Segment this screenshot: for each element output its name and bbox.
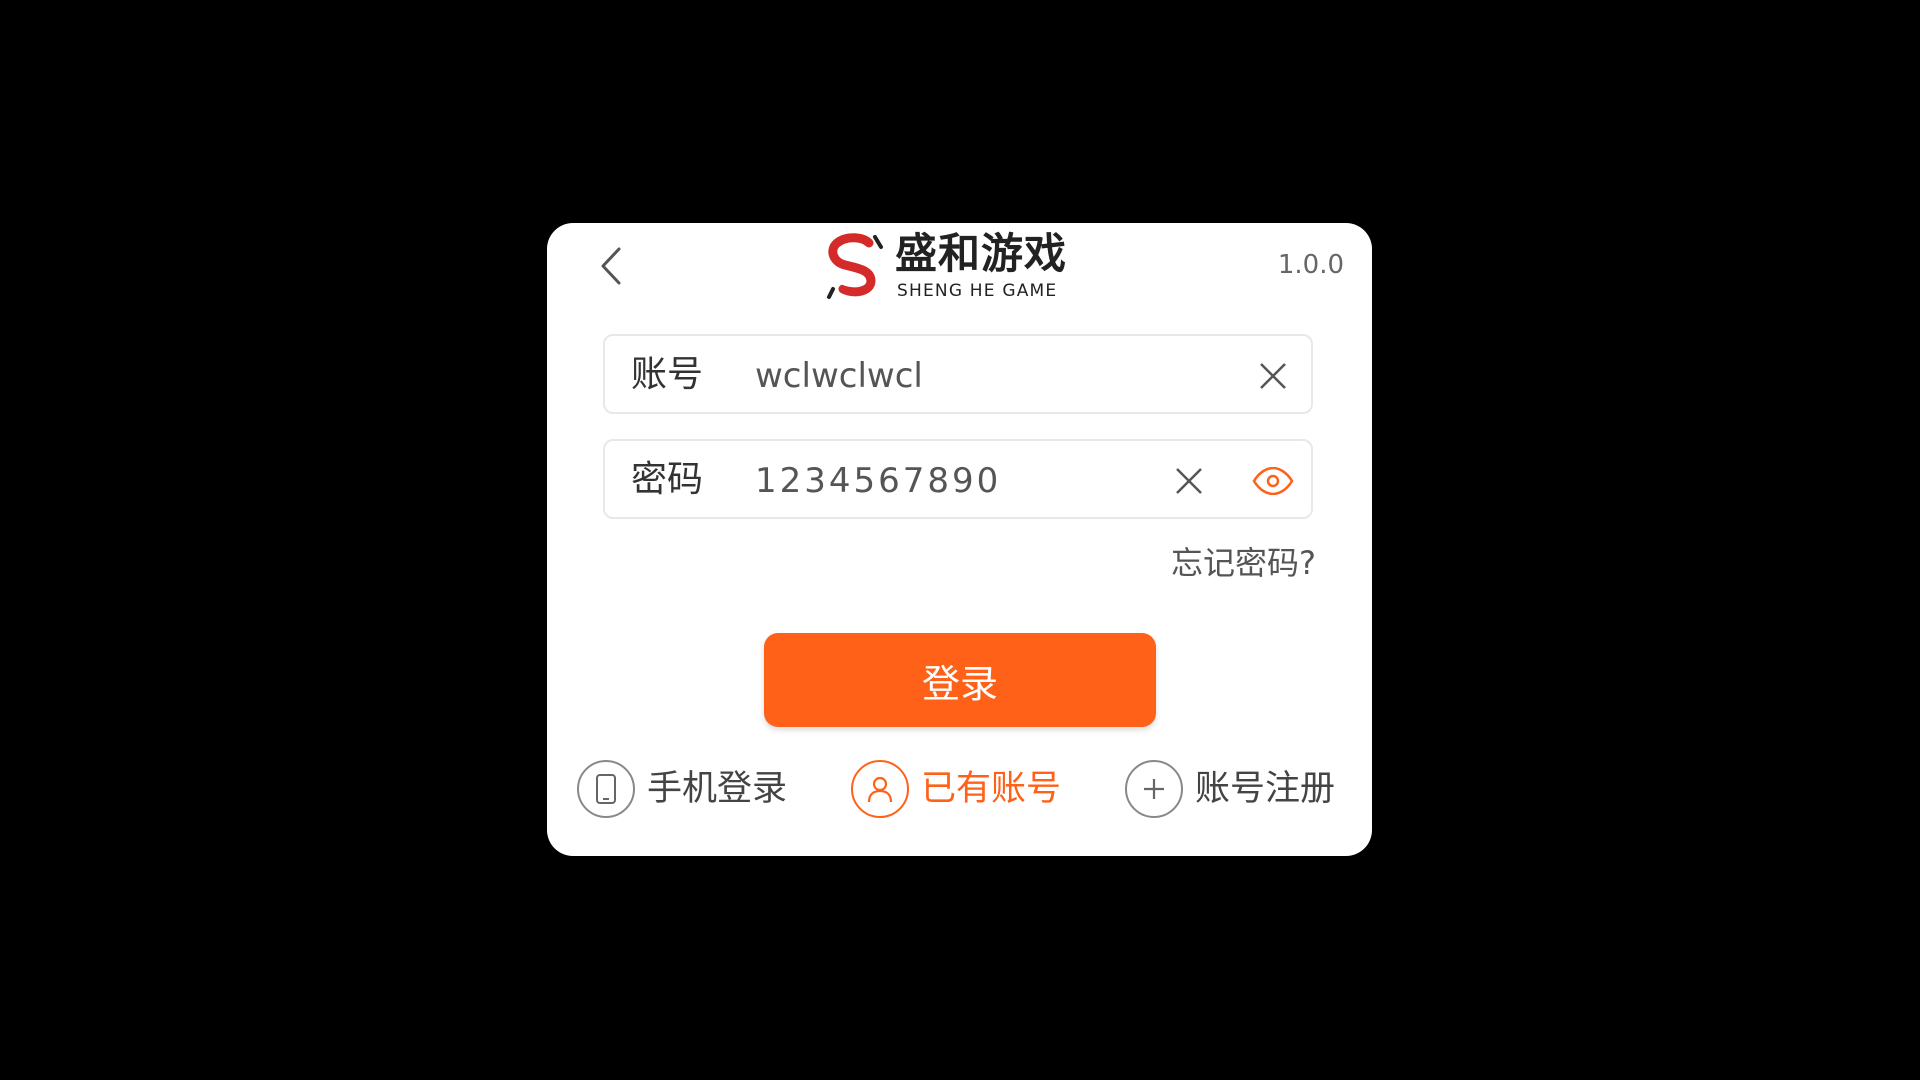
password-clear-button[interactable] — [1169, 461, 1209, 501]
nav-label: 已有账号 — [921, 769, 1062, 809]
forgot-password-link[interactable]: 忘记密码? — [1171, 543, 1316, 583]
close-icon — [1176, 468, 1202, 494]
password-field: 密码 — [603, 439, 1313, 519]
plus-icon — [1125, 760, 1183, 818]
bottom-nav: 手机登录 已有账号 账号注册 — [547, 756, 1372, 822]
version-label: 1.0.0 — [1277, 250, 1344, 280]
nav-label: 手机登录 — [647, 769, 788, 809]
password-input[interactable] — [755, 461, 1155, 501]
back-button[interactable] — [587, 241, 637, 291]
nav-item-phone-login[interactable]: 手机登录 — [577, 756, 787, 822]
login-button[interactable]: 登录 — [764, 633, 1156, 727]
phone-icon — [577, 760, 635, 818]
logo-mark-icon — [827, 233, 883, 299]
user-icon — [851, 760, 909, 818]
account-label: 账号 — [631, 354, 704, 395]
logo-title-cn: 盛和游戏 — [895, 229, 1068, 278]
close-icon — [1260, 363, 1286, 389]
account-input[interactable] — [755, 356, 1155, 396]
password-label: 密码 — [631, 459, 704, 500]
login-dialog: 盛和游戏 SHENG HE GAME 1.0.0 账号 密码 — [547, 223, 1372, 856]
nav-item-register[interactable]: 账号注册 — [1125, 756, 1335, 822]
logo: 盛和游戏 SHENG HE GAME — [825, 229, 1095, 305]
eye-icon — [1252, 467, 1294, 495]
account-clear-button[interactable] — [1253, 356, 1293, 396]
account-field: 账号 — [603, 334, 1313, 414]
nav-item-existing-account[interactable]: 已有账号 — [851, 756, 1061, 822]
nav-label: 账号注册 — [1195, 769, 1336, 809]
chevron-left-icon — [601, 247, 621, 285]
password-visibility-toggle[interactable] — [1251, 459, 1295, 503]
logo-title-en: SHENG HE GAME — [897, 281, 1058, 301]
